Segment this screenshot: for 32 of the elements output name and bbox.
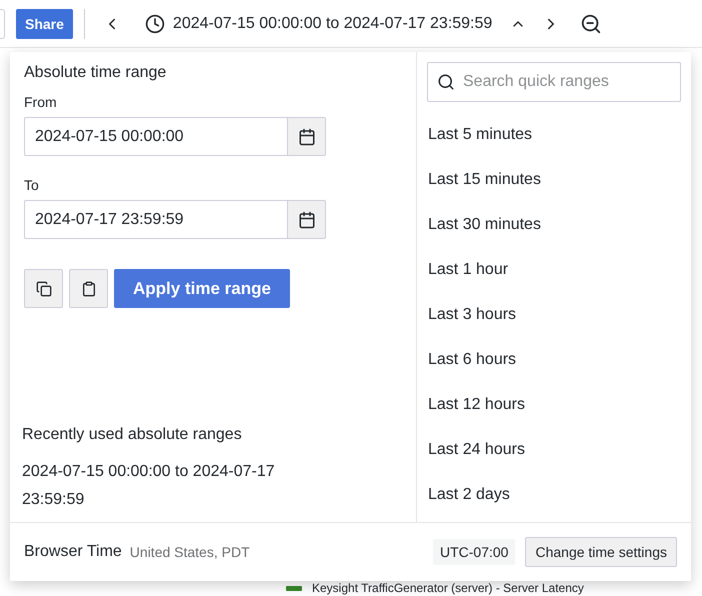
quick-range[interactable]: Last 2 days	[427, 472, 511, 517]
section-title: Absolute time range	[24, 64, 168, 82]
copy-icon[interactable]	[24, 269, 63, 308]
calendar-icon[interactable]	[288, 117, 326, 156]
quick-range[interactable]: Last 30 minutes	[427, 202, 542, 247]
clock-icon	[144, 14, 165, 34]
quick-range[interactable]: Last 12 hours	[427, 382, 526, 427]
legend-label[interactable]: Keysight TrafficGenerator (server) - Server Latency	[312, 582, 584, 595]
date-input[interactable]: 2024-07-17 23:59:59	[24, 200, 288, 239]
date-input[interactable]: 2024-07-15 00:00:00	[24, 117, 288, 156]
search-icon	[437, 73, 455, 91]
apply-button[interactable]: Apply time range	[114, 269, 290, 308]
zoom-out-icon[interactable]	[580, 12, 602, 34]
change-settings-button[interactable]: Change time settings	[525, 537, 677, 567]
utc-offset: UTC-07:00	[433, 539, 516, 565]
share-button[interactable]: Share	[16, 8, 73, 38]
quick-range[interactable]: Last 1 hour	[427, 247, 510, 292]
calendar-icon[interactable]	[288, 200, 326, 239]
clipboard-icon[interactable]	[69, 269, 108, 308]
quick-range[interactable]: Last 3 hours	[427, 292, 518, 337]
field-label: From	[24, 94, 58, 110]
quick-range[interactable]: Last 6 hours	[427, 337, 518, 382]
timezone-location: United States, PDT	[130, 544, 250, 560]
search-field[interactable]: Search quick ranges	[427, 62, 681, 102]
quick-range[interactable]: Last 24 hours	[427, 427, 526, 472]
recent-title: Recently used absolute ranges	[22, 426, 243, 444]
timezone-label: Browser Time	[24, 543, 122, 561]
quick-range[interactable]: Last 5 minutes	[427, 112, 534, 157]
quick-range[interactable]: Last 15 minutes	[427, 157, 542, 202]
time-range-picker[interactable]: 2024-07-15 00:00:00 to 2024-07-17 23:59:59	[144, 14, 526, 34]
recent-range[interactable]: 2024-07-15 00:00:00 to 2024-07-17 23:59:59	[22, 458, 322, 514]
field-label: To	[24, 177, 40, 193]
